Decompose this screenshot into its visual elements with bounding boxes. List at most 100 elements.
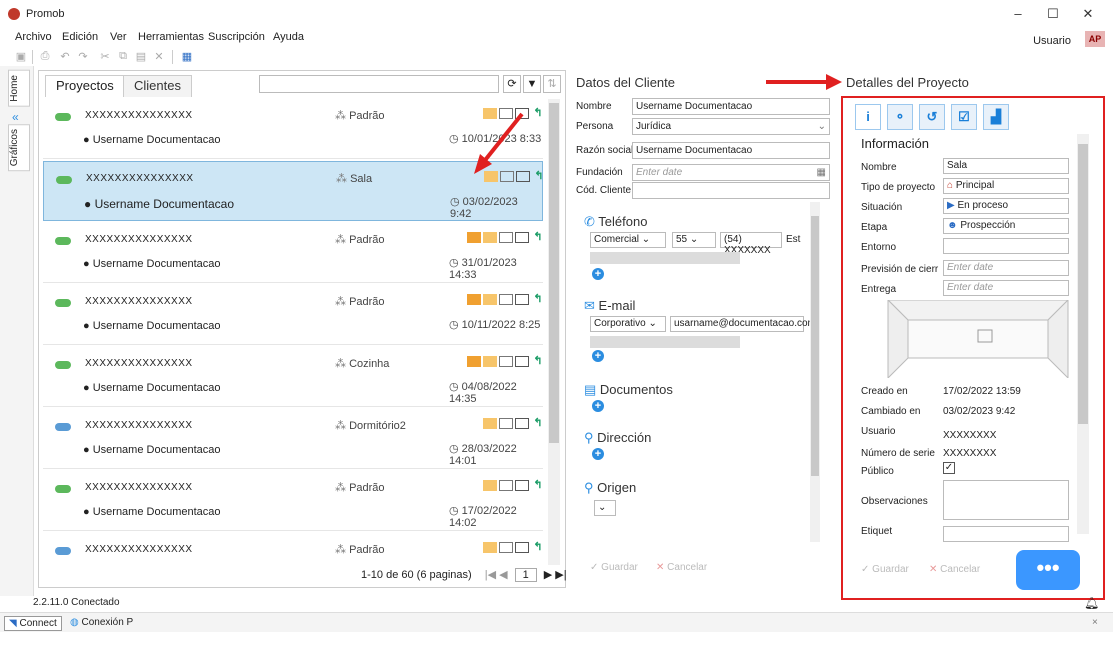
share-icon[interactable]: ↰ (531, 231, 543, 243)
layout-icon[interactable]: ▦ (180, 50, 194, 64)
folder-icon[interactable] (483, 293, 497, 305)
paste-icon[interactable]: ▤ (134, 50, 148, 64)
cut-icon[interactable]: ✂ (98, 50, 112, 64)
add-document-button[interactable]: + (592, 400, 604, 412)
next-page-icon[interactable]: ▶ (544, 569, 552, 581)
menu-suscripcion[interactable]: Suscripción (208, 31, 265, 43)
table-row[interactable]: XXXXXXXXXXXXXXX ● Username Documentacao ⁂ … (43, 347, 543, 407)
nombre-field[interactable]: Username Documentacao (632, 98, 830, 115)
etapa-select[interactable]: ☻ Prospección (943, 218, 1069, 234)
table-row[interactable]: XXXXXXXXXXXXXXX ● Username Documentacao ⁂ … (43, 223, 543, 283)
save-icon[interactable]: ▣ (14, 50, 28, 64)
table-row[interactable]: XXXXXXXXXXXXXXX ● Username Documentacao ⁂ … (43, 285, 543, 345)
copy-icon[interactable]: ⧉ (116, 50, 130, 64)
fundacion-date[interactable]: Enter date ▦ (632, 164, 830, 181)
checklist-icon[interactable]: ☑ (951, 104, 977, 130)
menu-ayuda[interactable]: Ayuda (273, 31, 304, 43)
page-input[interactable]: 1 (514, 568, 537, 583)
document-icon[interactable] (499, 479, 513, 491)
table-row[interactable]: XXXXXXXXXXXXXXX ● Username Documentacao ⁂ … (43, 161, 543, 221)
entorno-select[interactable] (943, 238, 1069, 254)
list-scrollbar[interactable] (548, 99, 560, 565)
minimize-button[interactable]: – (1003, 4, 1033, 24)
entrega-date[interactable]: Enter date (943, 280, 1069, 296)
share-icon[interactable]: ↰ (531, 355, 543, 367)
publico-checkbox[interactable]: ✓ (943, 462, 955, 474)
filter-icon[interactable]: ▼ (523, 75, 541, 93)
owner-icon[interactable] (467, 293, 481, 305)
owner-icon[interactable] (467, 355, 481, 367)
persona-select[interactable]: Jurídica ⌄ (632, 118, 830, 135)
graficos-tab[interactable]: Gráficos (8, 124, 30, 172)
close-icon[interactable]: × (1088, 616, 1102, 629)
sort-icon[interactable]: ⇅ (543, 75, 561, 93)
collapse-icon[interactable]: « (12, 110, 19, 124)
refresh-icon[interactable]: ⟳ (503, 75, 521, 93)
add-address-button[interactable]: + (592, 448, 604, 460)
tel-number-field[interactable]: (54) XXXXXXX (720, 232, 782, 256)
folder-icon[interactable] (483, 231, 497, 243)
table-row[interactable]: XXXXXXXXXXXXXXX ● Username Documentacao ⁂ … (43, 471, 543, 531)
detail-cancelar-button[interactable]: ✕ Cancelar (929, 564, 980, 575)
connect-button[interactable]: ◥ Connect (4, 616, 62, 631)
close-button[interactable]: ✕ (1073, 4, 1103, 24)
document-icon[interactable] (499, 355, 513, 367)
tab-clientes[interactable]: Clientes (123, 75, 192, 97)
folder-icon[interactable] (483, 479, 497, 491)
menu-herramientas[interactable]: Herramientas (138, 31, 204, 43)
origen-select[interactable]: ⌄ (594, 500, 616, 516)
share-icon[interactable]: ↰ (532, 170, 543, 182)
tel-type-select[interactable]: Comercial ⌄ (590, 232, 666, 248)
folder-icon[interactable] (483, 355, 497, 367)
table-row[interactable]: XXXXXXXXXXXXXXX ● Username Documentacao ⁂ … (43, 99, 543, 159)
email-hscroll[interactable] (590, 336, 740, 348)
chart-icon[interactable]: ▟ (983, 104, 1009, 130)
tab-proyectos[interactable]: Proyectos (45, 75, 125, 97)
table-row[interactable]: XXXXXXXXXXXXXXX ● Username Documentacao ⁂ … (43, 409, 543, 469)
export-icon[interactable] (515, 417, 529, 429)
search-input[interactable] (259, 75, 499, 93)
export-icon[interactable] (515, 479, 529, 491)
detail-scrollbar[interactable] (1077, 134, 1089, 534)
last-page-icon[interactable]: ▶| (555, 569, 566, 581)
bell-icon[interactable]: 🔔︎ (1084, 596, 1099, 610)
email-type-select[interactable]: Corporativo ⌄ (590, 316, 666, 332)
client-cancelar-button[interactable]: ✕ Cancelar (656, 562, 707, 573)
table-row[interactable]: XXXXXXXXXXXXXXX ⁂ Padrão ↰ (43, 533, 543, 565)
history-icon[interactable]: ↺ (919, 104, 945, 130)
maximize-button[interactable]: ☐ (1038, 4, 1068, 24)
prev-page-icon[interactable]: ◀ (499, 569, 507, 581)
chat-button[interactable]: ••• (1016, 550, 1080, 590)
situacion-select[interactable]: ▶ En proceso (943, 198, 1069, 214)
delete-icon[interactable]: ✕ (152, 50, 166, 64)
share-icon[interactable]: ↰ (531, 107, 543, 119)
add-email-button[interactable]: + (592, 350, 604, 362)
tree-icon[interactable]: ⚬ (887, 104, 913, 130)
menu-archivo[interactable]: Archivo (15, 31, 52, 43)
export-icon[interactable] (515, 541, 529, 553)
tel-cc-select[interactable]: 55 ⌄ (672, 232, 716, 248)
document-icon[interactable] (499, 231, 513, 243)
observaciones-field[interactable] (943, 480, 1069, 520)
cod-cliente-field[interactable] (632, 182, 830, 199)
document-icon[interactable] (499, 417, 513, 429)
razon-field[interactable]: Username Documentacao (632, 142, 830, 159)
add-phone-button[interactable]: + (592, 268, 604, 280)
share-icon[interactable]: ↰ (531, 293, 543, 305)
proyecto-nombre-field[interactable]: Sala (943, 158, 1069, 174)
detail-guardar-button[interactable]: ✓ Guardar (861, 564, 909, 575)
redo-icon[interactable]: ↷ (76, 50, 90, 64)
client-scrollbar[interactable] (810, 202, 820, 542)
print-icon[interactable]: ⎙ (38, 50, 52, 64)
tel-hscroll[interactable] (590, 252, 740, 264)
share-icon[interactable]: ↰ (531, 417, 543, 429)
export-icon[interactable] (515, 355, 529, 367)
folder-icon[interactable] (483, 541, 497, 553)
email-field[interactable]: usarname@documentacao.com (670, 316, 816, 332)
calendar-icon[interactable]: ▦ (817, 167, 826, 178)
etiquetas-field[interactable] (943, 526, 1069, 542)
folder-icon[interactable] (483, 417, 497, 429)
share-icon[interactable]: ↰ (531, 479, 543, 491)
user-menu[interactable]: Usuario (1033, 35, 1071, 47)
menu-edicion[interactable]: Edición (62, 31, 98, 43)
